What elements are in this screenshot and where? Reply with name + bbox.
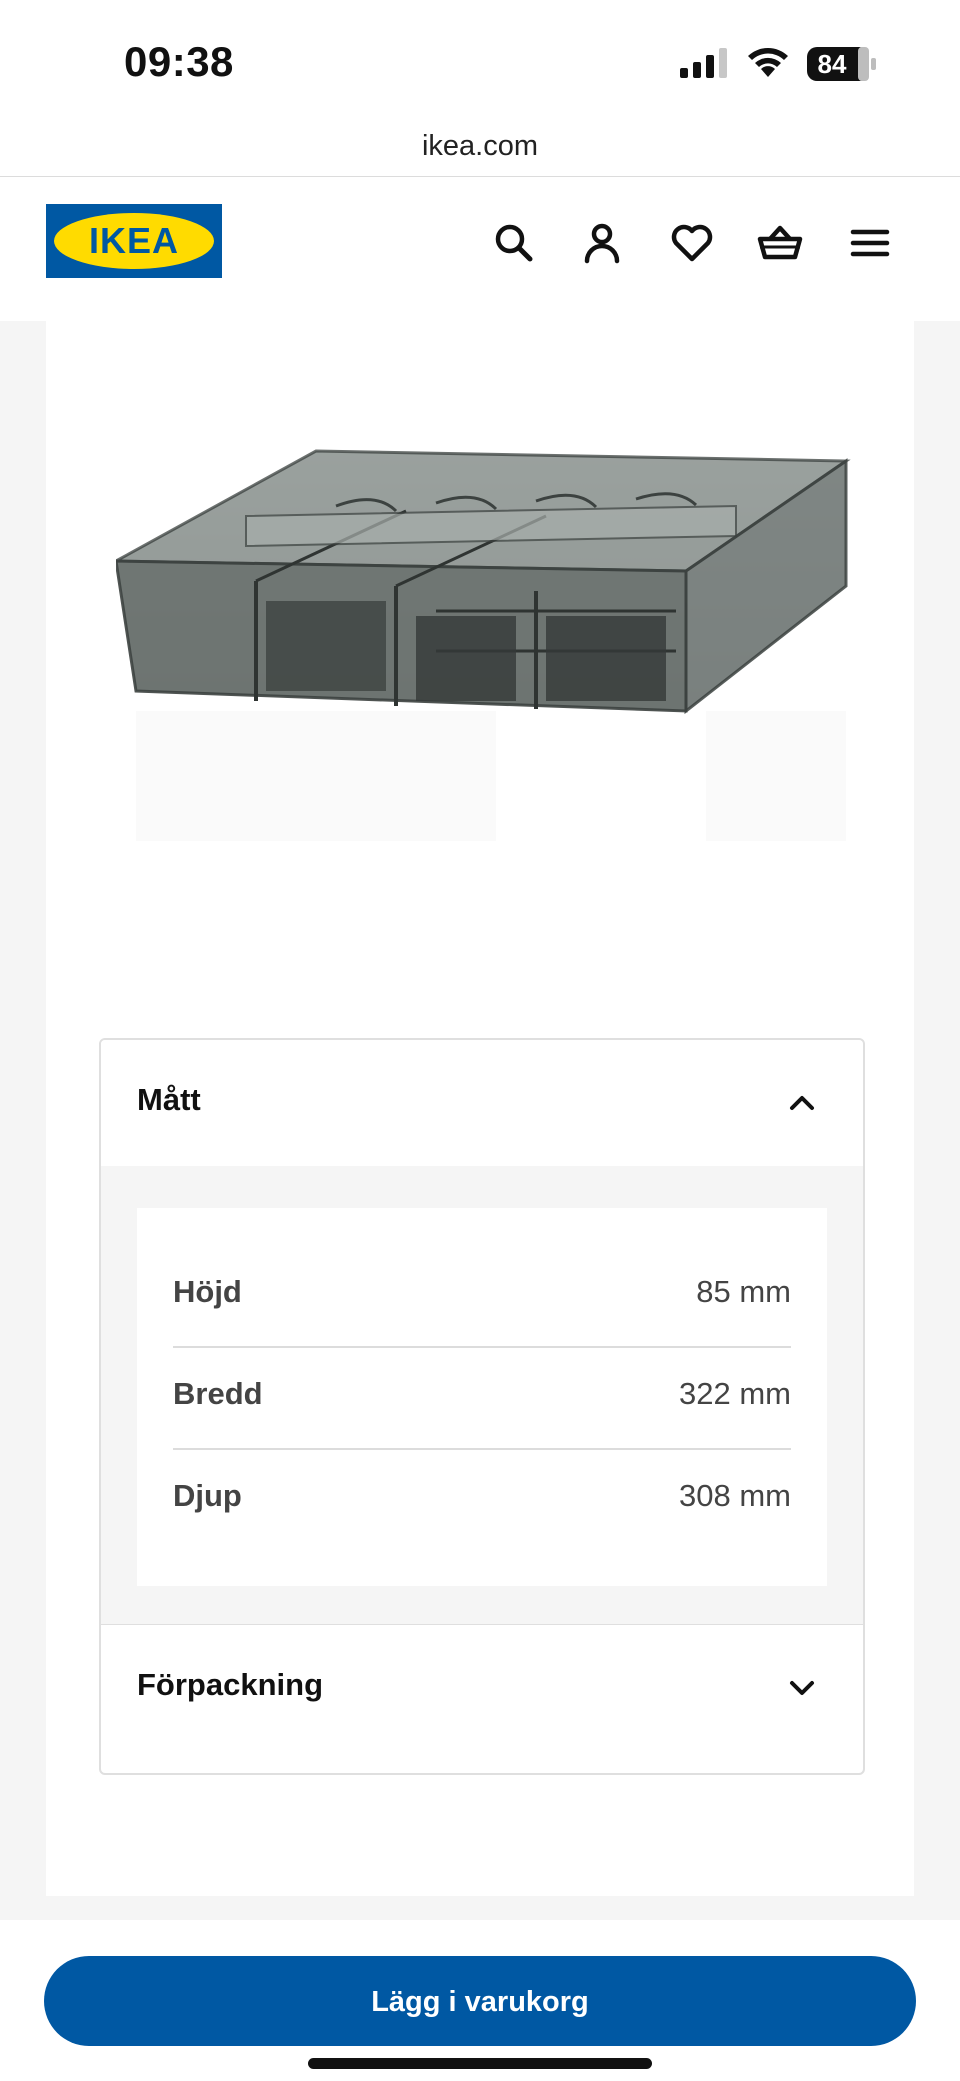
dimension-value: 85 mm [696, 1274, 791, 1309]
url-text[interactable]: ikea.com [0, 130, 960, 163]
battery-level: 84 [818, 49, 847, 79]
ikea-logo[interactable]: IKEA [46, 204, 222, 278]
accordion-body-dimensions: Höjd 85 mm Bredd 322 mm Djup 308 mm [101, 1166, 863, 1626]
status-time: 09:38 [124, 38, 234, 85]
dimension-value: 308 mm [679, 1478, 791, 1513]
heart-icon[interactable] [668, 219, 716, 267]
dimension-label: Höjd [173, 1274, 242, 1309]
status-bar: 09:38 84 [0, 0, 960, 124]
signal-icon [680, 48, 730, 83]
dimension-label: Bredd [173, 1376, 263, 1411]
bottom-bar: Lägg i varukorg [0, 1920, 960, 2081]
search-icon[interactable] [490, 219, 538, 267]
chevron-up-icon[interactable] [787, 1088, 817, 1118]
accordion-title-packaging: Förpackning [137, 1667, 324, 1702]
dimensions-table: Höjd 85 mm Bredd 322 mm Djup 308 mm [137, 1208, 827, 1586]
url-bar[interactable]: ikea.com [0, 124, 960, 177]
product-content: Mått Höjd 85 mm Bredd 322 mm Djup 308 mm [46, 321, 914, 1896]
logo-text: IKEA [88, 220, 179, 261]
dimension-row-height: Höjd 85 mm [173, 1244, 791, 1348]
menu-icon[interactable] [846, 219, 894, 267]
dimension-row-depth: Djup 308 mm [173, 1448, 791, 1550]
battery-icon: 84 [806, 46, 878, 87]
account-icon[interactable] [578, 219, 626, 267]
accordion-header-packaging[interactable]: Förpackning [101, 1625, 863, 1751]
dimension-label: Djup [173, 1478, 242, 1513]
dimensions-accordion: Mått Höjd 85 mm Bredd 322 mm Djup 308 mm [99, 1038, 865, 1775]
home-indicator[interactable] [308, 2058, 652, 2069]
basket-icon[interactable] [756, 219, 804, 267]
accordion-header-dimensions[interactable]: Mått [101, 1040, 863, 1166]
accordion-title-dimensions: Mått [137, 1082, 201, 1117]
product-image[interactable] [110, 411, 856, 846]
wifi-icon [746, 44, 790, 83]
dimension-value: 322 mm [679, 1376, 791, 1411]
add-to-cart-button[interactable]: Lägg i varukorg [44, 1956, 916, 2046]
chevron-down-icon[interactable] [787, 1673, 817, 1703]
dimension-row-width: Bredd 322 mm [173, 1346, 791, 1450]
site-header: IKEA [0, 177, 960, 321]
